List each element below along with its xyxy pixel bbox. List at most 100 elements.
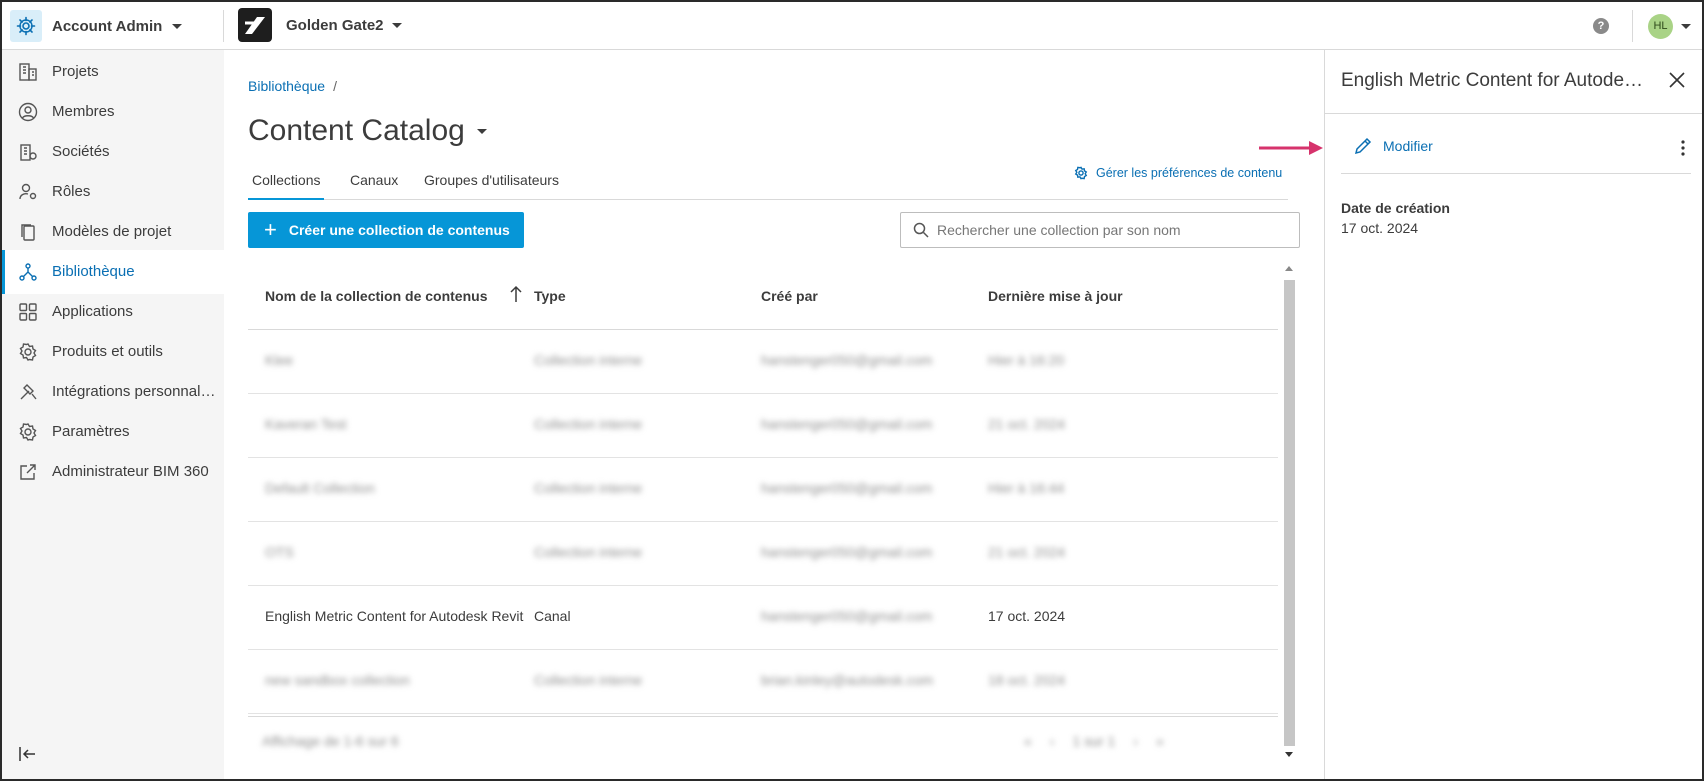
creation-date-value: 17 oct. 2024 bbox=[1341, 220, 1419, 236]
table-row[interactable]: new sandbox collection Collection intern… bbox=[248, 650, 1278, 714]
sidebar-item-integrations[interactable]: Intégrations personnalisées bbox=[2, 370, 224, 414]
search-field[interactable] bbox=[900, 212, 1300, 248]
close-icon[interactable] bbox=[1665, 68, 1689, 92]
collections-table: Nom de la collection de contenus Type Cr… bbox=[248, 264, 1303, 764]
chevron-down-icon bbox=[391, 22, 402, 28]
cell-name: English Metric Content for Autodesk Revi… bbox=[265, 608, 524, 624]
hammer-icon bbox=[16, 381, 40, 403]
annotation-arrow-icon bbox=[1259, 141, 1323, 155]
edit-button[interactable]: Modifier bbox=[1353, 136, 1433, 156]
cell-type: Canal bbox=[534, 608, 571, 624]
sidebar-item-parametres[interactable]: Paramètres bbox=[2, 410, 224, 454]
sidebar-item-bibliotheque[interactable]: Bibliothèque bbox=[2, 250, 224, 294]
apps-grid-icon bbox=[16, 301, 40, 323]
sidebar-item-projets[interactable]: Projets bbox=[2, 50, 224, 94]
tab-groupes-utilisateurs[interactable]: Groupes d'utilisateurs bbox=[424, 168, 559, 200]
scroll-up-icon[interactable] bbox=[1285, 266, 1293, 271]
cell-type: Collection interne bbox=[534, 352, 643, 368]
project-name: Golden Gate2 bbox=[286, 16, 384, 34]
pagination-summary: Affichage de 1-6 sur 6 bbox=[262, 733, 399, 749]
chevron-down-icon bbox=[476, 128, 487, 134]
sidebar-item-label: Projets bbox=[52, 63, 99, 80]
gear-icon bbox=[16, 421, 40, 443]
sidebar-item-membres[interactable]: Membres bbox=[2, 90, 224, 134]
sidebar-item-produits-et-outils[interactable]: Produits et outils bbox=[2, 330, 224, 374]
edit-label: Modifier bbox=[1383, 138, 1433, 154]
panel-header: English Metric Content for Autodesk Revi… bbox=[1325, 50, 1702, 114]
pagination-controls[interactable]: « ‹ 1 sur 1 › » bbox=[1024, 733, 1164, 749]
sidebar-item-label: Membres bbox=[52, 103, 115, 120]
cell-name: new sandbox collection bbox=[265, 672, 410, 688]
chevron-down-icon bbox=[1681, 24, 1691, 29]
create-collection-button[interactable]: + Créer une collection de contenus bbox=[248, 212, 524, 248]
cell-type: Collection interne bbox=[534, 416, 643, 432]
next-page-icon[interactable]: › bbox=[1133, 733, 1138, 749]
column-header-created-by[interactable]: Créé par bbox=[761, 288, 818, 304]
breadcrumb-link-bibliotheque[interactable]: Bibliothèque bbox=[248, 78, 325, 94]
sidebar-item-bim360-admin[interactable]: Administrateur BIM 360 bbox=[2, 450, 224, 494]
scroll-thumb[interactable] bbox=[1284, 280, 1295, 746]
sidebar-item-societes[interactable]: Sociétés bbox=[2, 130, 224, 174]
copy-icon bbox=[16, 221, 40, 243]
tab-canaux[interactable]: Canaux bbox=[350, 168, 398, 200]
column-header-last-updated[interactable]: Dernière mise à jour bbox=[988, 288, 1123, 304]
sidebar-item-applications[interactable]: Applications bbox=[2, 290, 224, 334]
avatar: HL bbox=[1648, 14, 1673, 39]
divider bbox=[223, 10, 224, 42]
user-menu[interactable]: HL bbox=[1648, 14, 1691, 39]
table-row[interactable]: OTS Collection interne hanstenger050@gma… bbox=[248, 522, 1278, 586]
more-options-icon[interactable] bbox=[1679, 138, 1687, 158]
app-switcher[interactable]: Account Admin bbox=[10, 10, 183, 42]
sidebar-item-modeles-de-projet[interactable]: Modèles de projet bbox=[2, 210, 224, 254]
column-header-name[interactable]: Nom de la collection de contenus bbox=[265, 288, 487, 304]
sort-ascending-icon[interactable] bbox=[508, 284, 524, 304]
details-panel: English Metric Content for Autodesk Revi… bbox=[1324, 50, 1702, 779]
sidebar-item-label: Paramètres bbox=[52, 423, 130, 440]
gear-icon bbox=[1074, 166, 1088, 180]
page-title[interactable]: Content Catalog bbox=[248, 114, 487, 148]
cell-updated: 18 oct. 2024 bbox=[988, 672, 1066, 688]
manage-preferences-link[interactable]: Gérer les préférences de contenu bbox=[1074, 166, 1282, 180]
cell-created-by: brian.kinley@autodesk.com bbox=[761, 672, 934, 688]
search-input[interactable] bbox=[937, 222, 1277, 238]
library-icon bbox=[16, 261, 40, 283]
last-page-icon[interactable]: » bbox=[1156, 733, 1164, 749]
table-header: Nom de la collection de contenus Type Cr… bbox=[248, 264, 1278, 330]
first-page-icon[interactable]: « bbox=[1024, 733, 1032, 749]
cell-updated: 21 oct. 2024 bbox=[988, 416, 1066, 432]
cell-name: Kaveran Test bbox=[265, 416, 347, 432]
sidebar-item-label: Rôles bbox=[52, 183, 91, 200]
collapse-sidebar-icon[interactable] bbox=[16, 742, 40, 766]
column-header-type[interactable]: Type bbox=[534, 288, 566, 304]
cell-created-by: hanstenger050@gmail.com bbox=[761, 352, 933, 368]
breadcrumb-separator: / bbox=[333, 78, 337, 94]
table-row[interactable]: Kaveran Test Collection interne hansteng… bbox=[248, 394, 1278, 458]
autodesk-logo-icon bbox=[238, 8, 272, 42]
table-row[interactable]: Default Collection Collection interne ha… bbox=[248, 458, 1278, 522]
help-icon[interactable]: ? bbox=[1593, 18, 1609, 34]
prev-page-icon[interactable]: ‹ bbox=[1050, 733, 1055, 749]
app-window: Account Admin Golden Gate2 ? HL Projets … bbox=[0, 0, 1704, 781]
main-content: Bibliothèque / Content Catalog Collection… bbox=[224, 50, 1324, 779]
cell-type: Collection interne bbox=[534, 480, 643, 496]
cell-type: Collection interne bbox=[534, 672, 643, 688]
vertical-scrollbar[interactable] bbox=[1282, 264, 1296, 762]
cell-created-by: hanstenger050@gmail.com bbox=[761, 416, 933, 432]
table-footer: Affichage de 1-6 sur 6 « ‹ 1 sur 1 › » bbox=[248, 716, 1278, 764]
manage-preferences-label: Gérer les préférences de contenu bbox=[1096, 166, 1283, 180]
table-row-selected[interactable]: English Metric Content for Autodesk Revi… bbox=[248, 586, 1278, 650]
pencil-icon bbox=[1354, 137, 1372, 155]
user-gear-icon bbox=[16, 181, 40, 203]
sidebar-item-roles[interactable]: Rôles bbox=[2, 170, 224, 214]
tab-collections[interactable]: Collections bbox=[248, 168, 324, 200]
table-row[interactable]: Klee Collection interne hanstenger050@gm… bbox=[248, 330, 1278, 394]
sidebar-item-label: Modèles de projet bbox=[52, 223, 172, 240]
cell-name: Klee bbox=[265, 352, 294, 368]
create-collection-label: Créer une collection de contenus bbox=[288, 222, 510, 238]
scroll-down-icon[interactable] bbox=[1285, 752, 1293, 757]
user-circle-icon bbox=[16, 101, 40, 123]
account-admin-gear-icon bbox=[10, 10, 42, 42]
plus-icon: + bbox=[264, 217, 277, 242]
cell-created-by: hanstenger050@gmail.com bbox=[761, 480, 933, 496]
project-switcher[interactable]: Golden Gate2 bbox=[238, 8, 402, 42]
